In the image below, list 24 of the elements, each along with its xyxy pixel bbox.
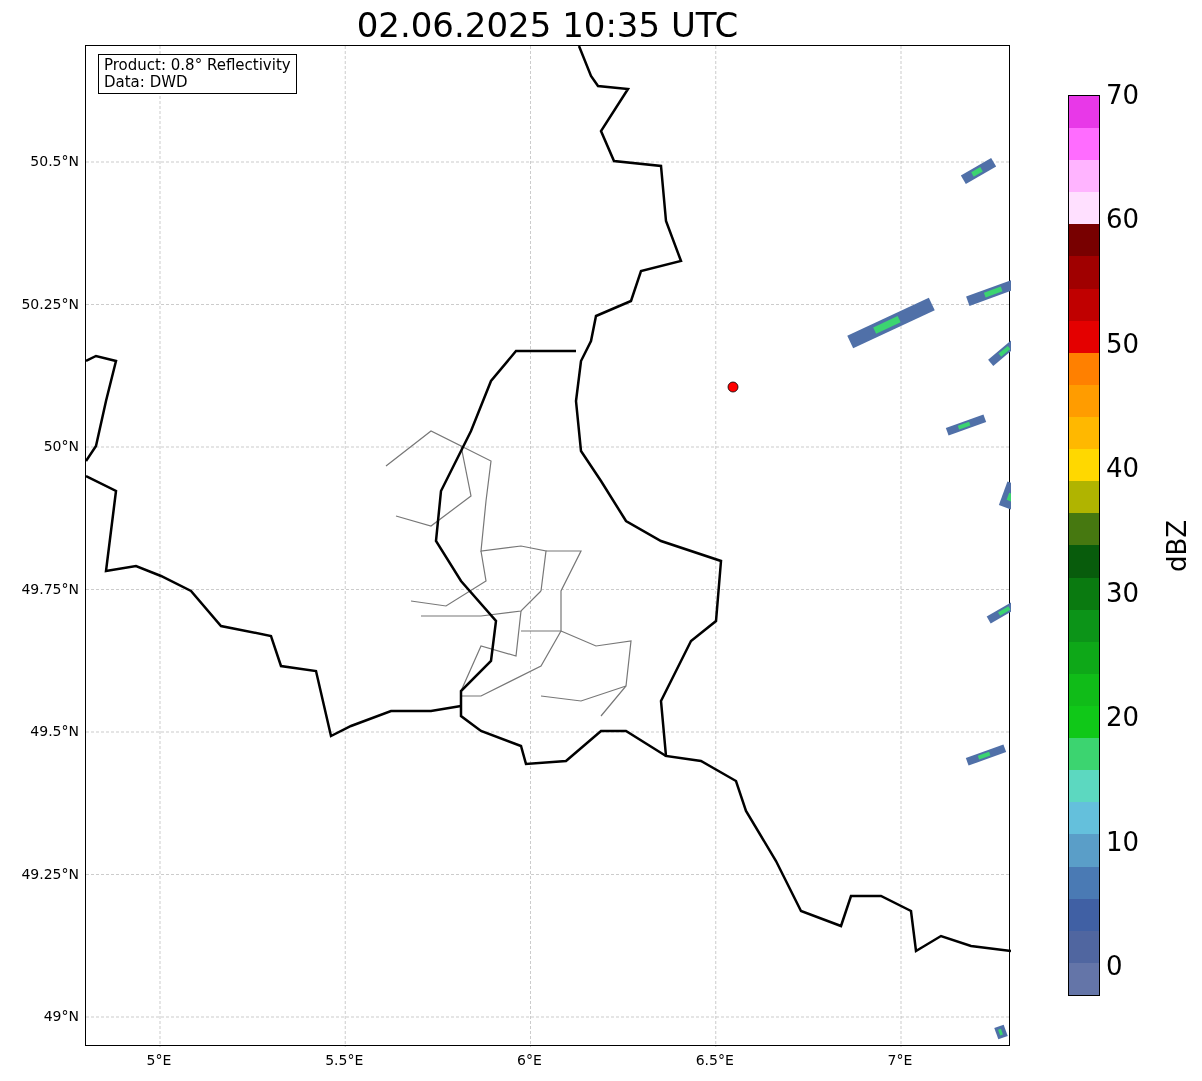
colorbar-tick-label: 10 [1106, 826, 1140, 857]
latitude-label: 50°N [43, 437, 79, 456]
latitude-label: 50.5°N [30, 152, 79, 171]
latitude-label: 49.5°N [30, 722, 79, 741]
info-text: Data: DWD [104, 74, 189, 91]
longitude-label: 5.5°E [324, 1051, 365, 1070]
longitude-label: 5°E [145, 1051, 173, 1070]
info-text: Product: 0.8° Reflectivity [104, 57, 291, 74]
longitude-label: 6°E [516, 1051, 543, 1070]
latitude-label: 49°N [43, 1007, 79, 1026]
colorbar-tick-label: 40 [1106, 453, 1140, 484]
chart-title: 02.06.2025 10:35 UTC [356, 5, 739, 45]
longitude-label: 7°E [886, 1051, 914, 1070]
latitude-label: 49.75°N [21, 579, 79, 599]
colorbar-tick-label: 20 [1106, 702, 1140, 733]
colorbar-tick-label: 50 [1106, 328, 1140, 359]
colorbar-tick-label: 60 [1106, 204, 1140, 235]
colorbar-tick-label: 30 [1106, 577, 1140, 608]
colorbar-label: dBZ [1162, 519, 1193, 572]
longitude-label: 6.5°E [694, 1051, 735, 1070]
colorbar-tick-label: 70 [1106, 80, 1140, 110]
latitude-label: 49.25°N [21, 864, 79, 884]
colorbar-tick-label: 0 [1106, 950, 1124, 981]
latitude-label: 50.25°N [21, 294, 79, 314]
